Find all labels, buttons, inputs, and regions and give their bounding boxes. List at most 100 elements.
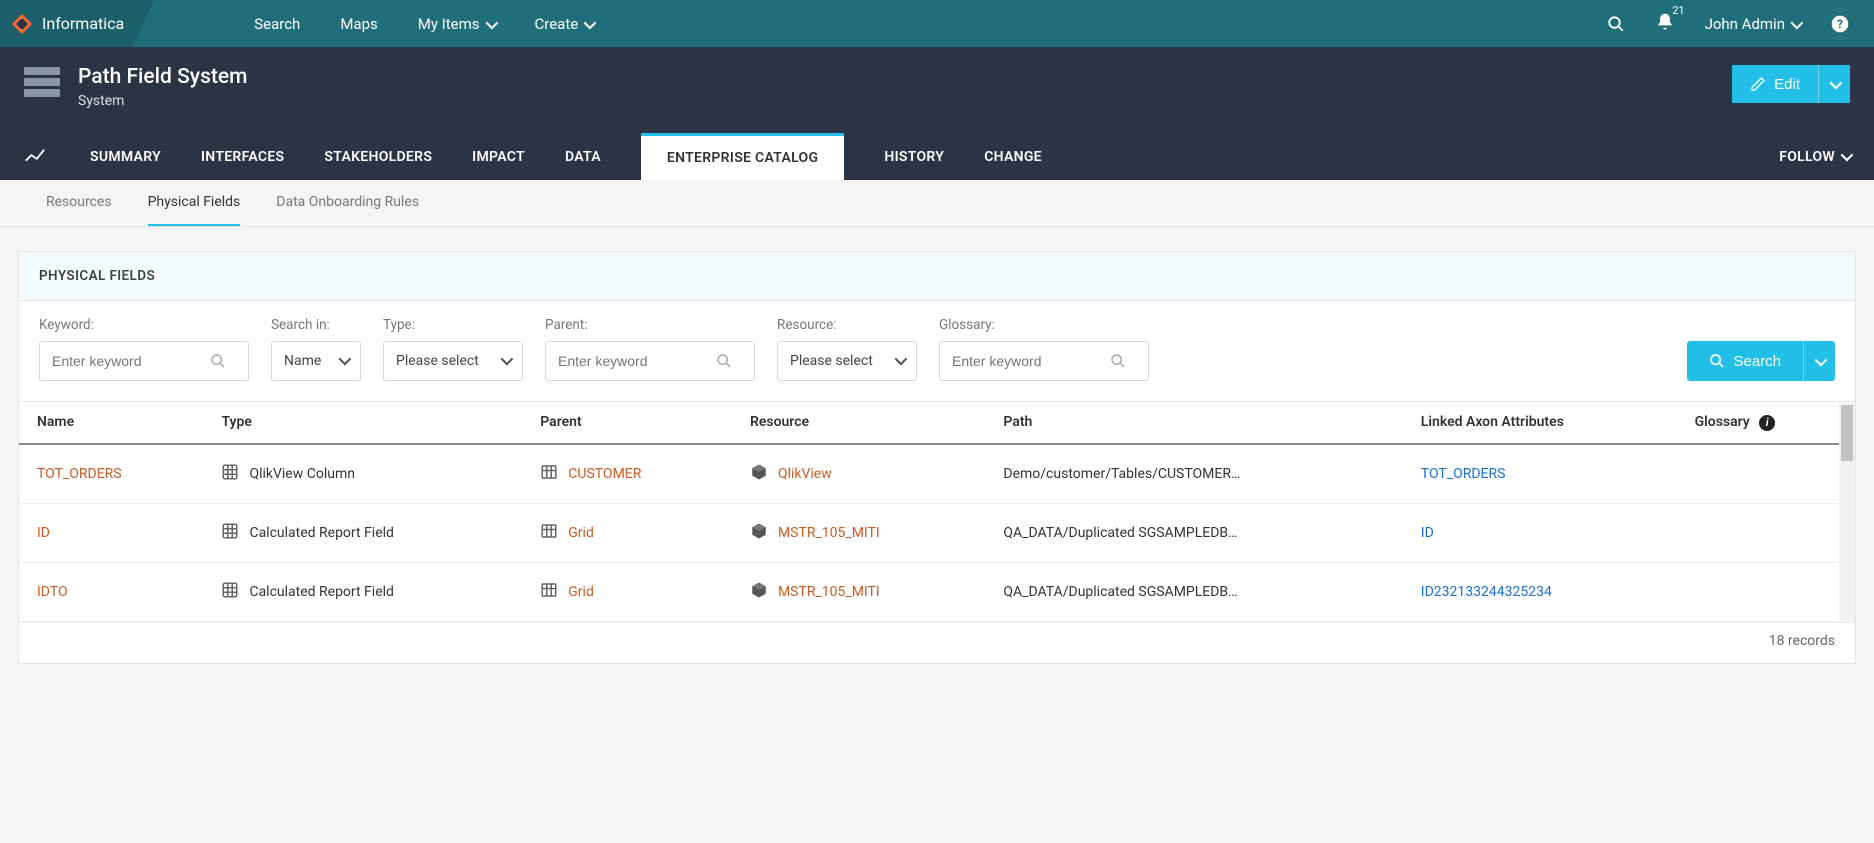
chevron-down-icon: [895, 353, 904, 369]
cell-parent[interactable]: Grid: [568, 525, 594, 541]
subtab-data-onboarding-rules[interactable]: Data Onboarding Rules: [276, 180, 419, 226]
filter-glossary-input[interactable]: [952, 342, 1102, 380]
col-path[interactable]: Path: [985, 402, 1402, 444]
subtab-physical-fields[interactable]: Physical Fields: [148, 180, 241, 226]
tab-change[interactable]: CHANGE: [984, 135, 1042, 179]
notifications[interactable]: 21: [1655, 12, 1675, 36]
filter-type-select[interactable]: Please select: [383, 341, 523, 381]
filter-searchin-select[interactable]: Name: [271, 341, 361, 381]
system-icon: [24, 67, 60, 101]
col-type[interactable]: Type: [203, 402, 522, 444]
table-wrap: Name Type Parent Resource Path Linked Ax…: [19, 401, 1855, 622]
physical-fields-table: Name Type Parent Resource Path Linked Ax…: [19, 401, 1855, 622]
notification-count: 21: [1672, 4, 1684, 17]
cell-type: Calculated Report Field: [249, 525, 393, 541]
table-icon: [540, 463, 558, 485]
filter-parent-input[interactable]: [558, 342, 708, 380]
main-tabs: SUMMARY INTERFACES STAKEHOLDERS IMPACT D…: [24, 133, 1850, 180]
tab-data[interactable]: DATA: [565, 135, 601, 179]
chevron-down-icon: [1841, 149, 1850, 165]
filter-glossary-label: Glossary:: [939, 317, 1149, 333]
col-glossary[interactable]: Glossary i: [1677, 402, 1855, 444]
filter-resource-label: Resource:: [777, 317, 917, 333]
topnav-maps[interactable]: Maps: [340, 15, 377, 33]
tab-stakeholders[interactable]: STAKEHOLDERS: [324, 135, 432, 179]
physical-fields-card: PHYSICAL FIELDS Keyword: Search in: Name…: [18, 251, 1856, 664]
search-icon[interactable]: [1607, 15, 1625, 33]
cell-linked[interactable]: ID: [1421, 525, 1434, 541]
topnav-menu: Search Maps My Items Create: [254, 15, 593, 33]
cell-type: QlikView Column: [249, 466, 355, 482]
col-name[interactable]: Name: [19, 402, 203, 444]
tab-enterprise-catalog[interactable]: ENTERPRISE CATALOG: [641, 133, 844, 180]
search-icon[interactable]: [210, 353, 226, 369]
filter-parent-input-wrap: [545, 341, 755, 381]
cell-resource[interactable]: MSTR_105_MITI: [778, 525, 880, 541]
topnav-right: 21 John Admin ?: [1607, 12, 1874, 36]
cell-linked[interactable]: ID232133244325234: [1421, 584, 1552, 600]
help-icon[interactable]: ?: [1830, 14, 1850, 34]
search-dropdown[interactable]: [1803, 341, 1835, 381]
vertical-scrollbar[interactable]: [1839, 403, 1855, 622]
cube-icon: [750, 463, 768, 485]
search-icon[interactable]: [1110, 353, 1126, 369]
table-icon: [540, 581, 558, 603]
user-name: John Admin: [1705, 15, 1785, 33]
search-icon: [1709, 353, 1725, 369]
filter-type-label: Type:: [383, 317, 523, 333]
chevron-down-icon: [486, 15, 495, 33]
chevron-down-icon: [501, 353, 510, 369]
cell-path: QA_DATA/Duplicated SGSAMPLEDB…: [1003, 584, 1237, 600]
table-row: IDTO Calculated Report Field Grid MSTR_105_…: [19, 562, 1855, 621]
col-resource[interactable]: Resource: [732, 402, 985, 444]
cell-name[interactable]: TOT_ORDERS: [37, 466, 122, 482]
cube-icon: [750, 581, 768, 603]
filter-keyword-label: Keyword:: [39, 317, 249, 333]
cell-parent[interactable]: Grid: [568, 584, 594, 600]
user-menu[interactable]: John Admin: [1705, 15, 1800, 33]
info-icon[interactable]: i: [1759, 415, 1775, 431]
edit-button[interactable]: Edit: [1732, 65, 1818, 103]
lineage-icon[interactable]: [24, 146, 46, 168]
cell-path: QA_DATA/Duplicated SGSAMPLEDB…: [1003, 525, 1237, 541]
column-type-icon: [221, 522, 239, 544]
chevron-down-icon: [339, 353, 348, 369]
cell-name[interactable]: IDTO: [37, 584, 68, 600]
cell-resource[interactable]: QlikView: [778, 466, 832, 482]
brand[interactable]: Informatica: [0, 0, 154, 47]
cell-glossary: [1677, 444, 1855, 504]
pencil-icon: [1750, 76, 1766, 92]
cell-resource[interactable]: MSTR_105_MITI: [778, 584, 880, 600]
chevron-down-icon: [1791, 15, 1800, 33]
edit-dropdown[interactable]: [1818, 65, 1850, 103]
search-icon[interactable]: [716, 353, 732, 369]
tab-summary[interactable]: SUMMARY: [90, 135, 161, 179]
topnav-my-items[interactable]: My Items: [418, 15, 495, 33]
topnav-create[interactable]: Create: [535, 15, 594, 33]
page-subtitle: System: [78, 93, 247, 109]
scroll-thumb[interactable]: [1841, 405, 1853, 461]
filter-searchin-label: Search in:: [271, 317, 361, 333]
table-row: ID Calculated Report Field Grid MSTR_105_MI…: [19, 503, 1855, 562]
cube-icon: [750, 522, 768, 544]
filter-resource-select[interactable]: Please select: [777, 341, 917, 381]
topnav-search[interactable]: Search: [254, 15, 300, 33]
search-button[interactable]: Search: [1687, 341, 1803, 381]
subtab-resources[interactable]: Resources: [46, 180, 112, 226]
cell-type: Calculated Report Field: [249, 584, 393, 600]
chevron-down-icon: [584, 15, 593, 33]
table-icon: [540, 522, 558, 544]
tab-history[interactable]: HISTORY: [884, 135, 944, 179]
cell-parent[interactable]: CUSTOMER: [568, 466, 641, 482]
col-linked[interactable]: Linked Axon Attributes: [1403, 402, 1677, 444]
cell-name[interactable]: ID: [37, 525, 50, 541]
follow-button[interactable]: FOLLOW: [1779, 135, 1850, 179]
cell-linked[interactable]: TOT_ORDERS: [1421, 466, 1506, 482]
filter-keyword-input[interactable]: [52, 342, 202, 380]
tab-impact[interactable]: IMPACT: [472, 135, 525, 179]
cell-glossary: [1677, 562, 1855, 621]
page-title: Path Field System: [78, 65, 247, 89]
page-header: Path Field System System Edit SUMMARY IN…: [0, 47, 1874, 180]
tab-interfaces[interactable]: INTERFACES: [201, 135, 284, 179]
col-parent[interactable]: Parent: [522, 402, 732, 444]
